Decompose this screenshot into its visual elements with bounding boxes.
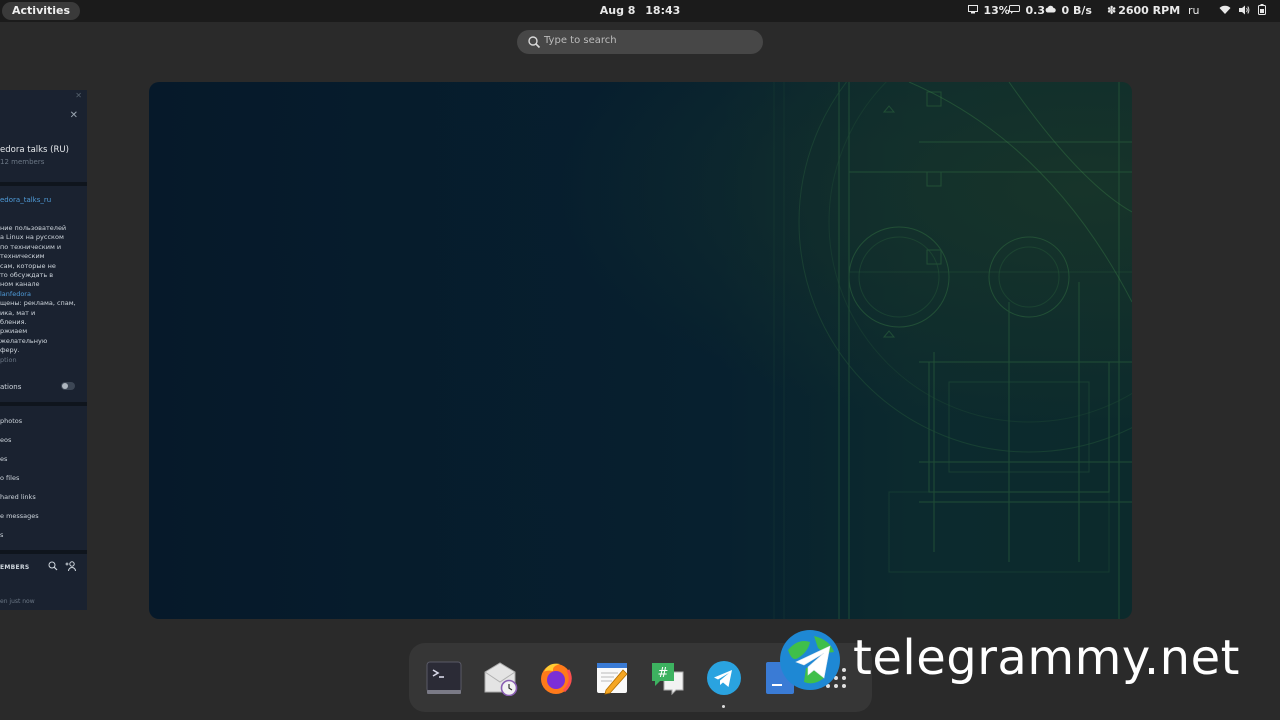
divider — [0, 550, 87, 554]
load-indicator[interactable]: 0.3 — [1009, 4, 1045, 17]
message-icon — [1009, 4, 1024, 17]
search-placeholder: Type to search — [544, 35, 617, 46]
media-item-audio-files[interactable]: o files — [0, 474, 19, 482]
group-members-count: 12 members — [0, 158, 45, 166]
search-entry[interactable]: Type to search — [517, 30, 763, 54]
members-header: EMBERS — [0, 564, 30, 571]
running-indicator — [722, 705, 725, 708]
telegram-group-info-window[interactable]: ✕ ✕ edora talks (RU) 12 members edora_ta… — [0, 90, 87, 610]
workspace-thumbnail[interactable] — [149, 82, 1132, 619]
notifications-toggle[interactable] — [61, 382, 75, 390]
search-icon — [527, 34, 541, 49]
description-line: бления. — [0, 318, 27, 327]
top-bar: Activities Aug 8 18:43 13% 0.3 0 B/s ✽ 26… — [0, 0, 1280, 22]
description-line: желательную — [0, 336, 48, 345]
description-line: а Linux на русском — [0, 233, 64, 242]
media-item-gifs[interactable]: s — [0, 531, 3, 539]
description-line: ние пользователей — [0, 224, 67, 232]
member-status: en just now — [0, 598, 35, 605]
description-line: то обсуждать в — [0, 271, 54, 280]
network-indicator[interactable]: 0 B/s — [1045, 4, 1092, 17]
system-menu[interactable] — [1219, 4, 1266, 18]
load-value: 0.3 — [1025, 4, 1046, 17]
divider — [0, 402, 87, 406]
description-line: техническим — [0, 252, 45, 261]
description-line: сам, которые не — [0, 261, 56, 270]
keyboard-layout-indicator[interactable]: ru — [1188, 4, 1200, 17]
volume-icon — [1238, 5, 1254, 18]
media-item-photos[interactable]: photos — [0, 417, 22, 425]
divider — [0, 182, 87, 186]
description-line: феру. — [0, 346, 20, 355]
telegram-globe-logo — [780, 630, 840, 690]
monitor-icon — [968, 4, 982, 17]
description-line: ржиаем — [0, 327, 28, 336]
group-title: edora talks (RU) — [0, 145, 69, 155]
watermark: telegrammy.net — [778, 628, 1280, 692]
description-line: ика, мат и — [0, 308, 36, 317]
panel-close-icon[interactable]: ✕ — [70, 110, 78, 121]
media-item-files[interactable]: es — [0, 455, 7, 463]
firefox-icon[interactable] — [538, 660, 574, 696]
window-close-icon[interactable]: ✕ — [75, 91, 82, 100]
terminal-icon[interactable] — [426, 660, 462, 696]
media-item-voice-messages[interactable]: e messages — [0, 512, 39, 520]
chat-icon[interactable]: # — [650, 660, 686, 696]
time-label: 18:43 — [645, 4, 681, 17]
media-item-videos[interactable]: eos — [0, 436, 11, 444]
mail-clock-icon[interactable] — [482, 660, 518, 697]
cpu-indicator[interactable]: 13% — [968, 4, 1010, 17]
media-item-shared-links[interactable]: hared links — [0, 493, 36, 501]
cpu-value: 13% — [983, 4, 1010, 17]
description-line: щены: реклама, спам, — [0, 299, 76, 308]
group-description: ние пользователей а Linux на русском по … — [0, 224, 80, 365]
battery-icon — [1257, 4, 1266, 18]
network-value: 0 B/s — [1061, 4, 1092, 17]
telegram-icon[interactable] — [706, 660, 742, 696]
add-member-icon[interactable] — [65, 560, 77, 572]
fan-icon: ✽ — [1107, 4, 1117, 17]
description-label: ption — [0, 355, 17, 364]
date-label: Aug 8 — [599, 4, 636, 17]
description-line: ном канале — [0, 280, 40, 289]
watermark-text: telegrammy.net — [853, 630, 1240, 686]
group-link[interactable]: edora_talks_ru — [0, 196, 51, 204]
text-editor-icon[interactable] — [594, 660, 630, 696]
cloud-transfer-icon — [1045, 4, 1060, 17]
fan-value: 2600 RPM — [1118, 4, 1181, 17]
member-search-icon[interactable] — [48, 561, 58, 571]
wallpaper-blueprint-graphic — [773, 82, 1132, 619]
notifications-label: ations — [0, 383, 22, 391]
description-link[interactable]: lanfedora — [0, 290, 80, 299]
svg-text:#: # — [658, 666, 669, 681]
description-line: по техническим и — [0, 242, 62, 251]
fan-indicator[interactable]: ✽ 2600 RPM — [1107, 4, 1180, 17]
wifi-icon — [1219, 5, 1235, 18]
